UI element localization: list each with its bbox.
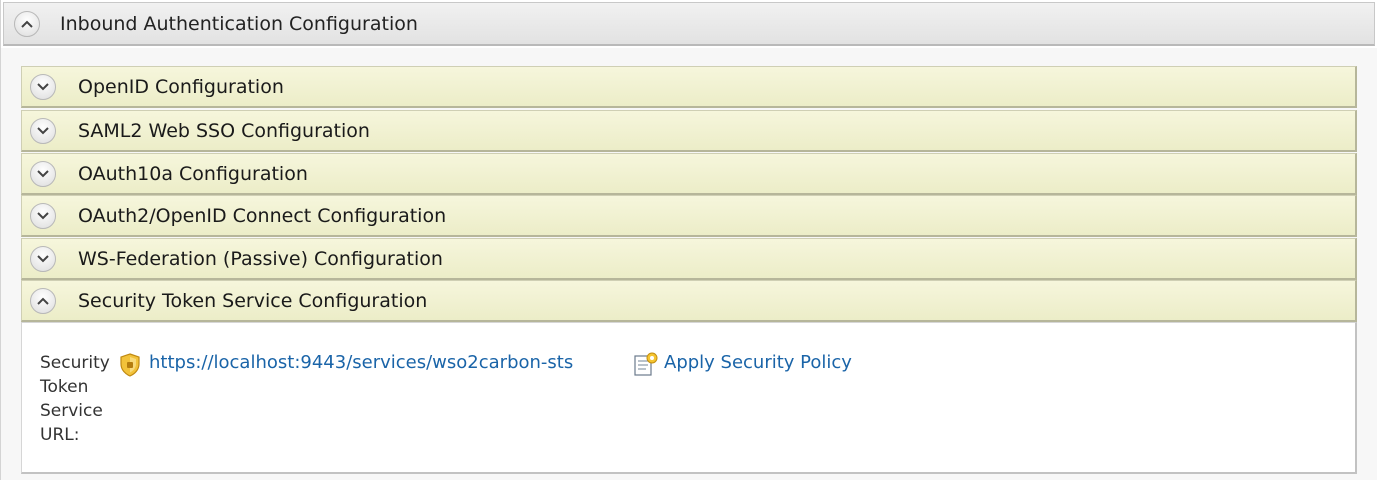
panel-title: Inbound Authentication Configuration [60,12,418,35]
sts-config-body: Security Token Service URL: https://loca… [21,322,1357,474]
sts-url-label: Security Token Service URL: [40,353,110,445]
chevron-down-icon[interactable] [30,73,56,100]
chevron-up-icon[interactable] [30,287,56,314]
chevron-down-icon[interactable] [30,245,56,272]
chevron-down-icon[interactable] [30,117,56,144]
chevron-down-icon[interactable] [30,202,56,229]
shield-icon [119,353,141,381]
section-ws-federation[interactable]: WS-Federation (Passive) Configuration [21,238,1357,280]
section-label: OAuth10a Configuration [78,162,308,185]
apply-security-policy-link[interactable]: Apply Security Policy [664,352,852,373]
inbound-auth-panel: Inbound Authentication Configuration Ope… [0,0,1378,480]
section-oauth2-oidc[interactable]: OAuth2/OpenID Connect Configuration [21,195,1357,237]
chevron-down-icon[interactable] [30,160,56,187]
section-label: SAML2 Web SSO Configuration [78,119,370,142]
sts-url-link[interactable]: https://localhost:9443/services/wso2carb… [149,352,573,373]
section-label: OAuth2/OpenID Connect Configuration [78,204,447,227]
chevron-up-icon[interactable] [14,10,40,37]
section-saml2-web-sso[interactable]: SAML2 Web SSO Configuration [21,110,1357,152]
section-sts[interactable]: Security Token Service Configuration [21,280,1357,322]
inbound-auth-header[interactable]: Inbound Authentication Configuration [3,2,1375,46]
section-label: Security Token Service Configuration [78,289,428,312]
security-policy-icon[interactable] [633,351,659,381]
section-oauth10a[interactable]: OAuth10a Configuration [21,153,1357,195]
section-openid[interactable]: OpenID Configuration [21,66,1357,108]
section-label: WS-Federation (Passive) Configuration [78,247,443,270]
section-label: OpenID Configuration [78,75,284,98]
